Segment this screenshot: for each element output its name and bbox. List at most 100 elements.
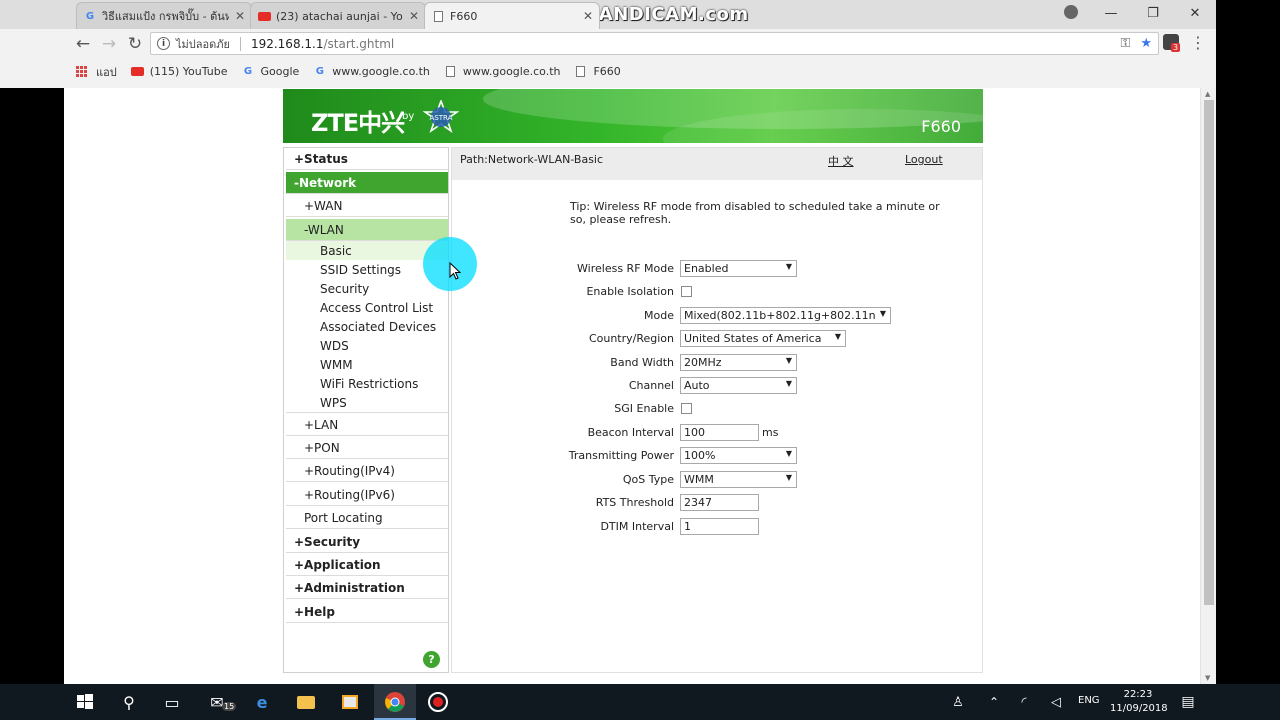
notification-icon[interactable]: ▤ xyxy=(1176,690,1200,714)
row-sgi: SGI Enable xyxy=(452,400,982,418)
windows-start-icon[interactable] xyxy=(73,690,97,714)
wifi-icon[interactable]: ◜ xyxy=(1012,690,1036,714)
show-hidden-icons-chevron[interactable]: ⌃ xyxy=(982,690,1006,714)
scroll-down-icon[interactable]: ▼ xyxy=(1205,674,1210,682)
country-select[interactable]: United States of America ▼ xyxy=(680,330,846,347)
mode-select[interactable]: Mixed(802.11b+802.11g+802.11n ▼ xyxy=(680,307,891,324)
path-bar: Path:Network-WLAN-Basic 中 文 Logout xyxy=(452,148,982,180)
bookmark-google-th-2[interactable]: www.google.co.th xyxy=(444,65,560,78)
sgi-label: SGI Enable xyxy=(614,402,674,415)
close-icon[interactable]: ✕ xyxy=(235,9,245,23)
menu-wan[interactable]: +WAN xyxy=(286,195,448,217)
chinese-language-link[interactable]: 中 文 xyxy=(828,153,854,169)
rts-threshold-input[interactable]: 2347 xyxy=(680,494,759,511)
beacon-interval-input[interactable]: 100 xyxy=(680,424,759,441)
search-icon[interactable]: ⚲ xyxy=(117,690,141,714)
menu-help[interactable]: +Help xyxy=(286,601,448,623)
tab-google-search[interactable]: G วิธีแสมแป้ง กรพจิบั๊บ - ต้นหาด้ ✕ xyxy=(76,2,252,29)
store-icon[interactable] xyxy=(338,690,362,714)
people-icon[interactable]: ♙ xyxy=(946,690,970,714)
profile-icon[interactable] xyxy=(1064,5,1078,19)
menu-routing-ipv4[interactable]: +Routing(IPv4) xyxy=(286,460,448,482)
edge-icon[interactable]: e xyxy=(250,690,274,714)
menu-routing-ipv6[interactable]: +Routing(IPv6) xyxy=(286,484,448,506)
dropdown-arrow-icon: ▼ xyxy=(785,473,792,482)
row-rf-mode: Wireless RF Mode Enabled ▼ xyxy=(452,260,982,278)
row-bandwidth: Band Width 20MHz ▼ xyxy=(452,354,982,372)
menu-administration[interactable]: +Administration xyxy=(286,577,448,599)
file-explorer-icon[interactable] xyxy=(294,690,318,714)
volume-icon[interactable]: ◁ xyxy=(1044,690,1068,714)
channel-select[interactable]: Auto ▼ xyxy=(680,377,797,394)
menu-associated-devices[interactable]: Associated Devices xyxy=(286,317,448,336)
close-icon[interactable]: ✕ xyxy=(409,9,419,23)
row-qos: QoS Type WMM ▼ xyxy=(452,471,982,489)
bookmark-google-th-1[interactable]: G www.google.co.th xyxy=(313,65,430,78)
task-view-icon[interactable]: ▭ xyxy=(160,690,184,714)
menu-wifi-restrictions[interactable]: WiFi Restrictions xyxy=(286,374,448,393)
menu-application[interactable]: +Application xyxy=(286,554,448,576)
astra-logo-icon: ASTRA xyxy=(423,100,459,134)
bookmark-star-icon[interactable]: ★ xyxy=(1140,36,1152,51)
mail-badge: 15 xyxy=(222,702,237,711)
menu-wlan[interactable]: -WLAN xyxy=(286,219,448,241)
menu-wds[interactable]: WDS xyxy=(286,336,448,355)
menu-network[interactable]: -Network xyxy=(286,172,448,194)
menu-port-locating[interactable]: Port Locating xyxy=(286,507,448,529)
vertical-scrollbar[interactable]: ▲ ▼ xyxy=(1200,88,1216,684)
sgi-checkbox[interactable] xyxy=(681,403,692,414)
bandwidth-select[interactable]: 20MHz ▼ xyxy=(680,354,797,371)
window-close-icon[interactable]: ✕ xyxy=(1174,0,1216,26)
qos-select[interactable]: WMM ▼ xyxy=(680,471,797,488)
tab-youtube[interactable]: (23) atachai aunjai - YouT ✕ xyxy=(250,2,426,29)
tx-power-label: Transmitting Power xyxy=(568,449,674,462)
youtube-icon xyxy=(257,9,271,23)
menu-wmm[interactable]: WMM xyxy=(286,355,448,374)
menu-status[interactable]: +Status xyxy=(286,148,448,170)
address-bar[interactable]: i ไม่ปลอดภัย 192.168.1.1/start.ghtml ⚿ ★ xyxy=(150,32,1159,55)
bookmark-google[interactable]: G Google xyxy=(242,65,299,78)
rf-mode-select[interactable]: Enabled ▼ xyxy=(680,260,797,277)
reload-icon[interactable]: ↻ xyxy=(122,31,148,57)
minimize-icon[interactable]: — xyxy=(1090,0,1132,26)
menu-wps[interactable]: WPS xyxy=(286,393,448,413)
chrome-icon[interactable] xyxy=(383,690,407,714)
tab-bar: G วิธีแสมแป้ง กรพจิบั๊บ - ต้นหาด้ ✕ (23)… xyxy=(0,0,1216,29)
isolation-label: Enable Isolation xyxy=(586,285,674,298)
dropdown-arrow-icon: ▼ xyxy=(785,356,792,365)
page-icon xyxy=(574,65,587,78)
close-icon[interactable]: ✕ xyxy=(583,9,593,23)
tx-power-select[interactable]: 100% ▼ xyxy=(680,447,797,464)
key-icon[interactable]: ⚿ xyxy=(1120,36,1130,51)
menu-pon[interactable]: +PON xyxy=(286,437,448,459)
bandicam-record-icon[interactable] xyxy=(426,690,450,714)
logout-link[interactable]: Logout xyxy=(905,153,943,166)
help-icon[interactable]: ? xyxy=(423,651,440,668)
clock[interactable]: 22:23 11/09/2018 xyxy=(1110,688,1168,716)
bookmark-youtube[interactable]: (115) YouTube xyxy=(130,65,228,78)
menu-lan[interactable]: +LAN xyxy=(286,414,448,436)
scrollbar-thumb[interactable] xyxy=(1204,100,1214,605)
bookmark-f660[interactable]: F660 xyxy=(574,65,621,78)
bookmark-apps[interactable]: แอป xyxy=(76,63,117,81)
separator xyxy=(239,36,241,51)
restore-icon[interactable]: ❐ xyxy=(1132,0,1174,26)
svg-text:ASTRA: ASTRA xyxy=(430,114,453,122)
breadcrumb: Path:Network-WLAN-Basic xyxy=(460,153,604,166)
back-arrow-icon[interactable]: ← xyxy=(70,31,96,57)
info-icon[interactable]: i xyxy=(157,37,170,50)
menu-access-control-list[interactable]: Access Control List xyxy=(286,298,448,317)
dtim-interval-input[interactable]: 1 xyxy=(680,518,759,535)
scroll-up-icon[interactable]: ▲ xyxy=(1205,90,1210,98)
menu-security[interactable]: +Security xyxy=(286,531,448,553)
tip-text: Tip: Wireless RF mode from disabled to s… xyxy=(570,200,940,226)
forward-arrow-icon[interactable]: → xyxy=(96,31,122,57)
tab-f660[interactable]: F660 ✕ xyxy=(424,2,600,29)
isolation-checkbox[interactable] xyxy=(681,286,692,297)
page-icon xyxy=(444,65,457,78)
dropdown-arrow-icon: ▼ xyxy=(785,379,792,388)
menu-wlan-security[interactable]: Security xyxy=(286,279,448,298)
left-menu: +Status -Network +WAN -WLAN Basic SSID S… xyxy=(283,147,449,673)
input-language[interactable]: ENG xyxy=(1078,695,1100,706)
browser-menu-icon[interactable]: ⋮ xyxy=(1190,33,1206,52)
